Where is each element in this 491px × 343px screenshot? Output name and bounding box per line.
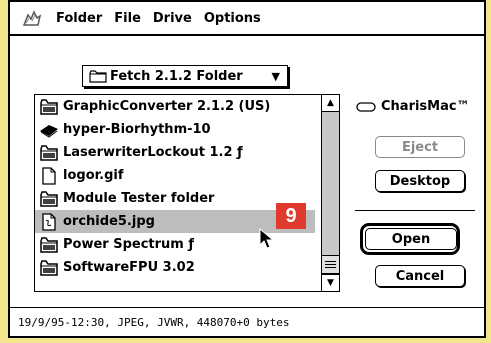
drive-label: CharisMac™ bbox=[356, 99, 470, 114]
scroll-thumb[interactable] bbox=[322, 255, 339, 274]
jpeg-document-icon bbox=[39, 212, 59, 231]
list-item[interactable]: LaserwriterLockout 1.2 ƒ bbox=[35, 141, 315, 164]
menu-options[interactable]: Options bbox=[204, 11, 261, 26]
step-number-badge: 9 bbox=[276, 203, 306, 229]
vertical-scrollbar[interactable]: ▲ ▼ bbox=[321, 95, 339, 291]
list-item-label: logor.gif bbox=[63, 168, 124, 183]
menu-folder[interactable]: Folder bbox=[56, 11, 102, 26]
fetch-dog-icon[interactable] bbox=[18, 4, 46, 32]
application-icon bbox=[39, 98, 59, 116]
eject-button[interactable]: Eject bbox=[375, 136, 465, 158]
list-item-label: hyper-Biorhythm-10 bbox=[63, 122, 211, 137]
chevron-down-icon: ▼ bbox=[271, 69, 280, 83]
list-item-label: orchide5.jpg bbox=[63, 214, 155, 229]
list-item[interactable]: hyper-Biorhythm-10 bbox=[35, 118, 315, 141]
application-icon bbox=[39, 236, 59, 254]
list-item[interactable]: logor.gif bbox=[35, 164, 315, 187]
menu-file[interactable]: File bbox=[114, 11, 141, 26]
document-icon bbox=[39, 166, 59, 185]
list-item-label: SoftwareFPU 3.02 bbox=[63, 260, 195, 275]
menu-bar: Folder File Drive Options bbox=[10, 2, 484, 36]
folder-popup-menu[interactable]: Fetch 2.1.2 Folder ▼ bbox=[82, 65, 288, 87]
list-item[interactable]: Module Tester folder bbox=[35, 187, 315, 210]
application-icon bbox=[39, 144, 59, 162]
scroll-track[interactable] bbox=[322, 112, 339, 274]
folder-icon bbox=[89, 69, 107, 83]
file-list[interactable]: GraphicConverter 2.1.2 (US) hyper-Biorhy… bbox=[34, 94, 340, 292]
drive-name: CharisMac™ bbox=[381, 99, 470, 114]
menu-drive[interactable]: Drive bbox=[153, 11, 192, 26]
application-icon bbox=[39, 259, 59, 277]
cancel-button[interactable]: Cancel bbox=[375, 265, 465, 287]
folder-popup-label: Fetch 2.1.2 Folder bbox=[110, 68, 243, 84]
hypercard-stack-icon bbox=[39, 121, 59, 139]
list-item[interactable]: GraphicConverter 2.1.2 (US) bbox=[35, 95, 315, 118]
list-item-label: Module Tester folder bbox=[63, 191, 215, 206]
list-item-label: LaserwriterLockout 1.2 ƒ bbox=[63, 145, 243, 160]
file-info-status: 19/9/95-12:30, JPEG, JVWR, 448070+0 byte… bbox=[10, 307, 484, 336]
open-button[interactable]: Open bbox=[365, 228, 457, 250]
mouse-pointer-icon bbox=[259, 228, 275, 249]
open-file-dialog: Folder File Drive Options Fetch 2.1.2 Fo… bbox=[8, 0, 486, 338]
desktop-button[interactable]: Desktop bbox=[375, 170, 465, 192]
scroll-up-arrow-icon[interactable]: ▲ bbox=[322, 95, 339, 112]
list-item[interactable]: SoftwareFPU 3.02 bbox=[35, 256, 315, 279]
scroll-down-arrow-icon[interactable]: ▼ bbox=[322, 274, 339, 291]
application-icon bbox=[39, 190, 59, 208]
list-item-label: Power Spectrum ƒ bbox=[63, 237, 195, 252]
hard-drive-icon bbox=[356, 101, 376, 112]
divider bbox=[355, 210, 475, 211]
list-item-label: GraphicConverter 2.1.2 (US) bbox=[63, 99, 271, 114]
